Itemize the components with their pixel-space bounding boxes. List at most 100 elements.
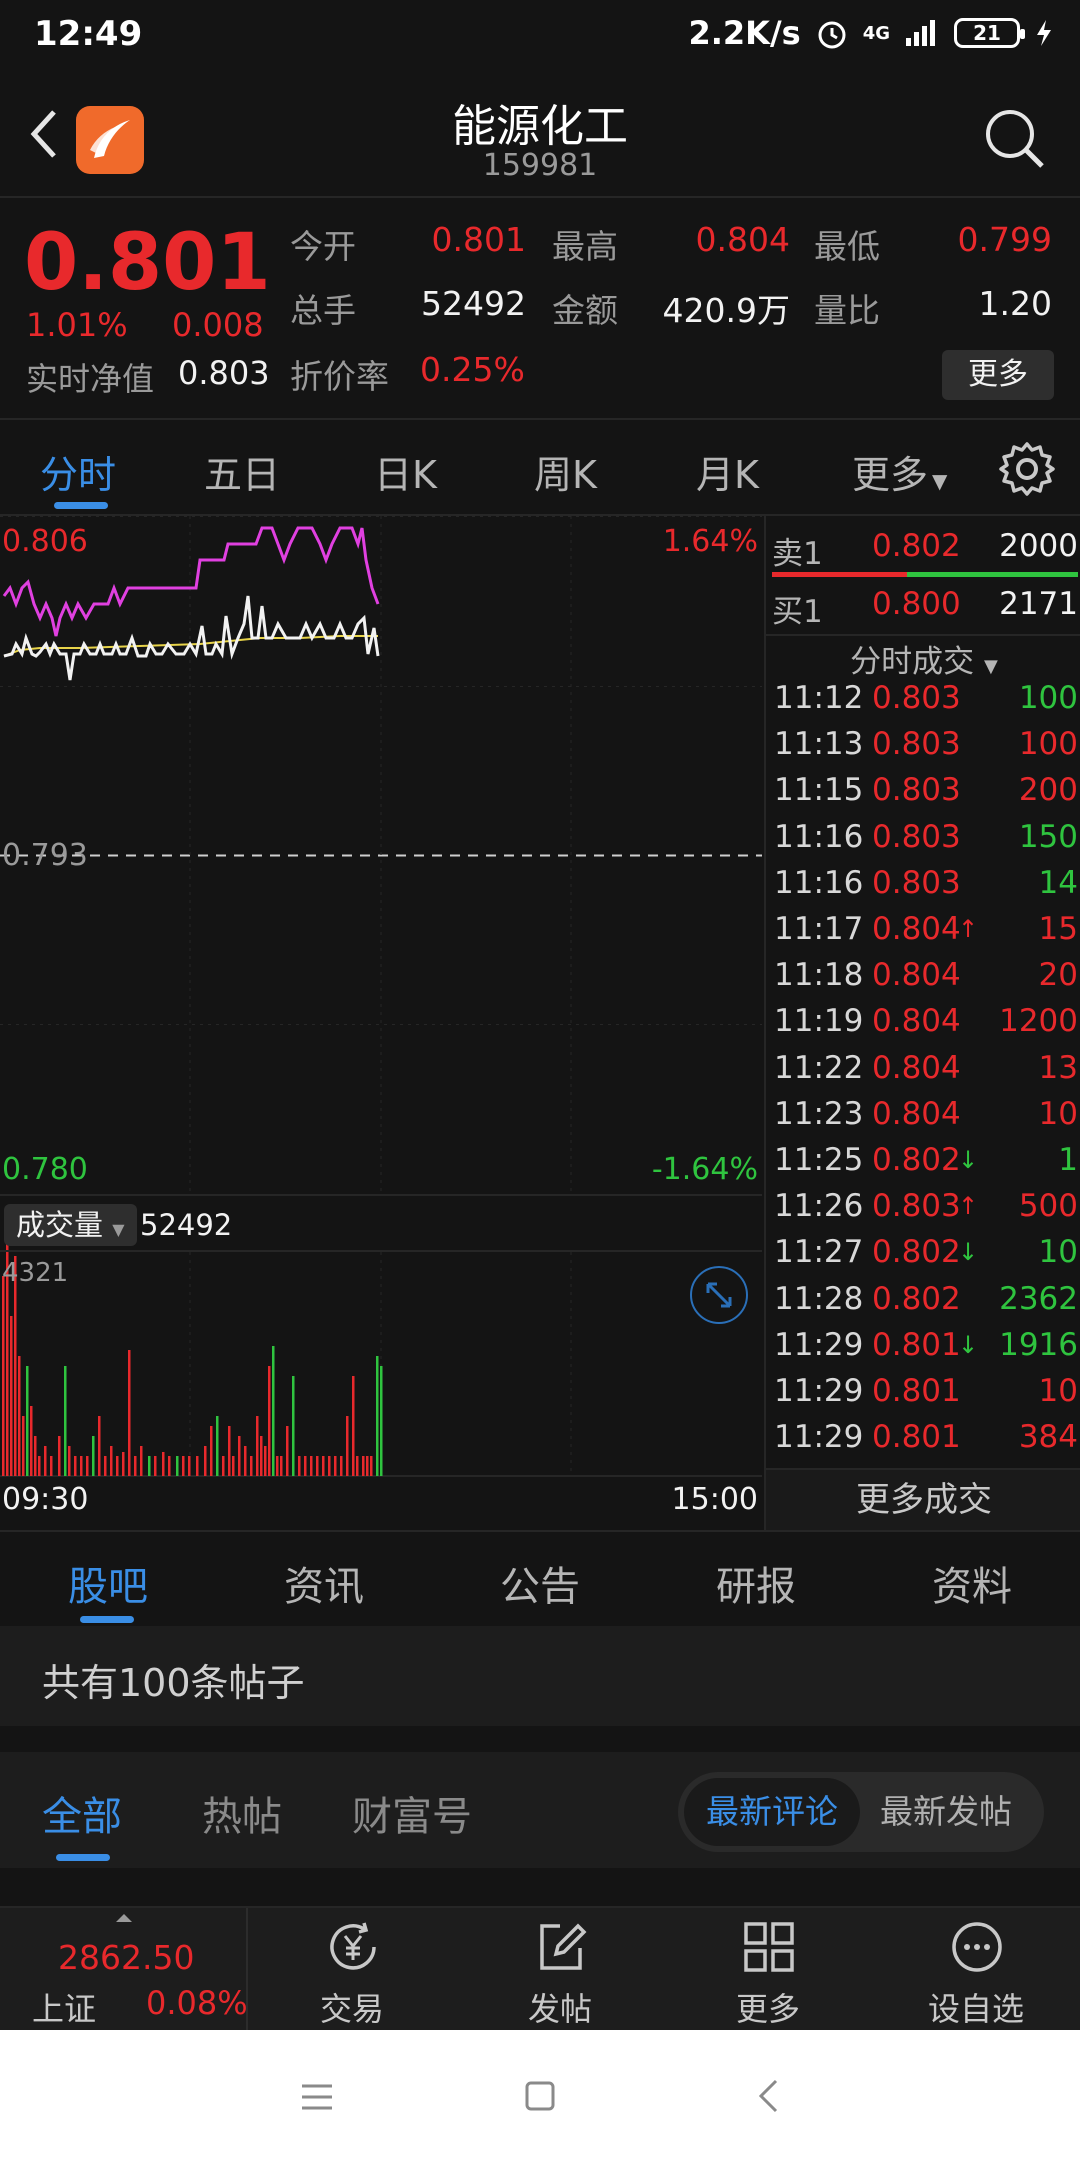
volume-bar bbox=[182, 1456, 185, 1476]
system-back-icon[interactable] bbox=[756, 2078, 780, 2114]
tick-price: 0.803 bbox=[872, 1188, 961, 1225]
amount-value: 420.9万 bbox=[662, 291, 790, 330]
tick-row: 11:28 0.802 2362 bbox=[766, 1281, 1080, 1327]
volume-bar bbox=[232, 1456, 235, 1476]
sell-price: 0.802 bbox=[872, 528, 961, 564]
sort-latest-post[interactable]: 最新发帖 bbox=[858, 1778, 1034, 1846]
tick-volume: 1200 bbox=[999, 1003, 1078, 1040]
volume-indicator-select[interactable]: 成交量 ▼ bbox=[4, 1204, 137, 1246]
tab-monthly-k[interactable]: 月K bbox=[696, 444, 759, 499]
status-icons: 2.2K/s 4G 21 bbox=[688, 14, 1054, 52]
stock-code: 159981 bbox=[482, 148, 598, 183]
network-speed: 2.2K/s bbox=[688, 14, 801, 52]
home-icon[interactable] bbox=[524, 2080, 556, 2112]
volume-bar bbox=[322, 1456, 325, 1476]
volume-bar bbox=[50, 1456, 53, 1476]
tick-volume: 20 bbox=[1038, 957, 1078, 994]
volume-bar bbox=[110, 1446, 113, 1476]
menu-icon[interactable] bbox=[300, 2082, 334, 2112]
sell-volume: 2000 bbox=[999, 528, 1078, 564]
volume-bar bbox=[210, 1426, 213, 1476]
gear-icon[interactable] bbox=[998, 440, 1056, 498]
volume-bar bbox=[340, 1456, 343, 1476]
tab-intraday[interactable]: 分时 bbox=[40, 444, 116, 499]
volume-bar bbox=[196, 1456, 199, 1476]
tick-time: 11:13 bbox=[774, 726, 864, 763]
time-end-label: 15:00 bbox=[671, 1482, 758, 1517]
tick-price: 0.803 bbox=[872, 680, 961, 716]
tick-row: 11:29 0.801 10 bbox=[766, 1373, 1080, 1419]
volume-bar bbox=[10, 1316, 13, 1476]
tick-price: 0.804 bbox=[872, 1049, 961, 1086]
tab-five-day[interactable]: 五日 bbox=[204, 444, 280, 499]
volume-bar bbox=[154, 1456, 157, 1476]
sort-latest-comment[interactable]: 最新评论 bbox=[684, 1778, 860, 1846]
volume-bar bbox=[80, 1456, 83, 1476]
tick-price: 0.801 bbox=[872, 1373, 961, 1409]
nav-add-watchlist[interactable]: 设自选 bbox=[876, 1908, 1076, 2032]
volume-bar bbox=[22, 1416, 25, 1476]
tick-time: 11:29 bbox=[774, 1373, 864, 1409]
posts-count: 共有100条帖子 bbox=[42, 1661, 305, 1705]
tick-volume: 100 bbox=[1018, 680, 1078, 716]
tab-news[interactable]: 资讯 bbox=[284, 1554, 364, 1612]
more-ticks-button[interactable]: 更多成交 bbox=[766, 1468, 1080, 1530]
volume-bar bbox=[92, 1436, 95, 1476]
open-value: 0.801 bbox=[431, 220, 526, 259]
price-mid-label: 0.793 bbox=[2, 838, 88, 873]
volume-bar bbox=[122, 1452, 125, 1476]
tick-time: 11:16 bbox=[774, 818, 864, 855]
tab-profile[interactable]: 资料 bbox=[932, 1554, 1012, 1612]
search-icon[interactable] bbox=[982, 106, 1046, 170]
tick-volume: 10 bbox=[1038, 1095, 1078, 1132]
tab-more[interactable]: 更多 ▼ bbox=[852, 444, 947, 499]
volume-bar bbox=[134, 1456, 137, 1476]
volume-bar bbox=[356, 1456, 359, 1476]
caret-up-icon bbox=[116, 1914, 132, 1922]
quote-more-button[interactable]: 更多 bbox=[942, 350, 1054, 400]
ticks-header[interactable]: 分时成交 ▼ bbox=[766, 636, 1080, 681]
tab-research[interactable]: 研报 bbox=[716, 1554, 796, 1612]
volume-bar bbox=[128, 1350, 131, 1476]
tick-volume: 500 bbox=[1018, 1188, 1078, 1225]
tick-row: 11:29 0.801 ↓ 1916 bbox=[766, 1327, 1080, 1373]
nav-trade[interactable]: 交易 bbox=[252, 1908, 452, 2032]
buy-volume: 2171 bbox=[999, 586, 1078, 622]
volume-bar bbox=[370, 1456, 373, 1476]
tick-volume: 150 bbox=[1018, 818, 1078, 855]
caret-down-icon: ▼ bbox=[932, 469, 948, 493]
tick-row: 11:23 0.804 10 bbox=[766, 1096, 1080, 1142]
tab-daily-k[interactable]: 日K bbox=[374, 444, 437, 499]
index-ticker[interactable]: 2862.50 上证 0.08% bbox=[0, 1908, 248, 2032]
tick-price: 0.804 bbox=[872, 911, 961, 947]
tick-price: 0.803 bbox=[872, 772, 961, 809]
tick-time: 11:27 bbox=[774, 1234, 864, 1271]
sell-buy-ratio-bar bbox=[772, 572, 1078, 577]
volume-bar bbox=[74, 1456, 77, 1476]
filter-wealth[interactable]: 财富号 bbox=[352, 1784, 472, 1842]
filter-all[interactable]: 全部 bbox=[42, 1784, 122, 1842]
tick-price: 0.803 bbox=[872, 864, 961, 901]
battery-level: 21 bbox=[973, 21, 1001, 45]
volume-bar bbox=[256, 1416, 259, 1476]
tick-row: 11:27 0.802 ↓ 10 bbox=[766, 1234, 1080, 1280]
tick-time: 11:22 bbox=[774, 1049, 864, 1086]
intraday-chart[interactable]: 0.806 1.64% 0.793 0.780 -1.64% 成交量 ▼ 524… bbox=[0, 516, 762, 1530]
index-value: 2862.50 bbox=[58, 1938, 195, 1977]
volume-bar bbox=[34, 1436, 37, 1476]
tick-row: 11:29 0.801 384 bbox=[766, 1419, 1080, 1465]
tick-price: 0.802 bbox=[872, 1142, 961, 1178]
nav-more[interactable]: 更多 bbox=[668, 1908, 868, 2032]
filter-indicator bbox=[56, 1854, 110, 1861]
tick-price: 0.801 bbox=[872, 1419, 961, 1456]
time-start-label: 09:30 bbox=[2, 1482, 89, 1517]
tab-announcements[interactable]: 公告 bbox=[500, 1554, 580, 1612]
tab-weekly-k[interactable]: 周K bbox=[534, 444, 597, 499]
nav-post[interactable]: 发帖 bbox=[460, 1908, 660, 2032]
volume-bar bbox=[98, 1416, 101, 1476]
change-amount: 0.008 bbox=[172, 306, 264, 344]
filter-hot[interactable]: 热帖 bbox=[202, 1784, 282, 1842]
expand-chart-button[interactable] bbox=[690, 1266, 748, 1324]
tick-volume: 384 bbox=[1018, 1419, 1078, 1456]
tab-guba[interactable]: 股吧 bbox=[68, 1554, 148, 1612]
